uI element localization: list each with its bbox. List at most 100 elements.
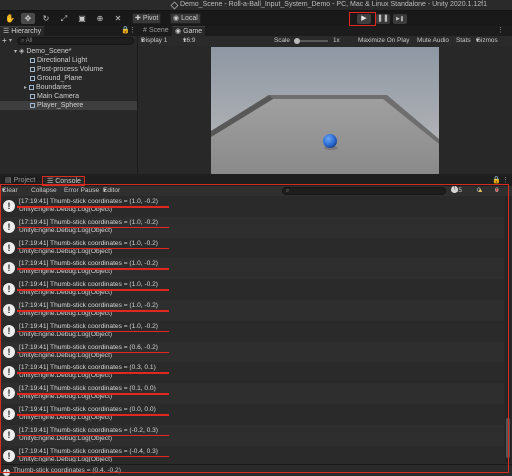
log-underline-annotation	[17, 206, 169, 208]
log-message: [17:19:41] Thumb-stick coordinates = (0.…	[19, 364, 156, 372]
log-info-icon: !	[3, 220, 15, 233]
status-info-icon: !	[3, 465, 10, 476]
console-scrollbar[interactable]	[505, 196, 511, 462]
menu-dots-icon[interactable]: ⋮	[502, 176, 509, 186]
gizmos-dropdown[interactable]: Gizmos ▾	[476, 36, 498, 46]
tab-project[interactable]: ▤ Project	[2, 176, 39, 186]
rect-tool-icon[interactable]: ▣	[75, 13, 89, 24]
rotate-tool-icon[interactable]: ↻	[39, 13, 53, 24]
hierarchy-item-ground-plane[interactable]: Ground_Plane	[30, 74, 137, 83]
log-info-icon: !	[3, 345, 15, 358]
tab-console[interactable]: ☰ Console	[44, 176, 84, 186]
hierarchy-item-label: Directional Light	[37, 57, 88, 64]
display-dropdown[interactable]: Display 1 ▾	[141, 36, 167, 46]
log-entry[interactable]: ! [17:19:41] Thumb-stick coordinates = (1…	[0, 258, 504, 280]
tab-game[interactable]: ◉ Game	[172, 26, 206, 36]
hierarchy-item-label: Player_Sphere	[37, 102, 84, 109]
console-scroll-thumb[interactable]	[506, 418, 510, 458]
log-message: [17:19:41] Thumb-stick coordinates = (1.…	[19, 302, 158, 309]
expand-arrow-icon[interactable]: ▾	[14, 49, 17, 55]
log-underline-annotation	[17, 226, 169, 229]
pause-button[interactable]: ❚❚	[376, 14, 390, 24]
lock-icon[interactable]: 🔒	[492, 176, 501, 186]
clear-dropdown[interactable]: Clear ▾	[2, 186, 18, 196]
transform-tool-icon[interactable]: ⊕	[93, 13, 107, 24]
log-info-icon: !	[3, 387, 15, 400]
editor-dropdown[interactable]: Editor ▾	[103, 186, 120, 196]
mute-audio-toggle[interactable]: Mute Audio	[417, 36, 449, 46]
scale-label: Scale	[274, 37, 290, 44]
collapse-toggle[interactable]: Collapse	[31, 186, 57, 196]
hierarchy-item-label: Ground_Plane	[37, 75, 83, 82]
log-message: [17:19:41] Thumb-stick coordinates = (1.…	[19, 322, 158, 330]
main-toolbar: ✋ ✥ ↻ ⤢ ▣ ⊕ ✕ ✚ Pivot ◉ Local ▶ ❚❚ ▶❚	[0, 11, 512, 26]
scale-value: 1x	[333, 37, 340, 44]
console-tab-label: Console	[55, 178, 81, 185]
scale-slider-handle[interactable]	[294, 38, 300, 44]
scale-tool-icon[interactable]: ⤢	[57, 13, 71, 24]
log-info-icon: !	[3, 304, 15, 316]
console-log-list[interactable]: ! [17:19:41] Thumb-stick coordinates = (1…	[0, 196, 504, 462]
console-tabbar: ▤ Project ☰ Console 🔒 ⋮	[0, 176, 512, 186]
game-tab-label: Game	[183, 28, 203, 35]
play-button-highlight	[349, 12, 376, 26]
hierarchy-item-main-camera[interactable]: Main Camera	[30, 92, 137, 101]
hierarchy-item-boundaries[interactable]: ▸ Boundaries	[24, 83, 137, 92]
add-button[interactable]: +	[2, 36, 7, 46]
hand-tool-icon[interactable]: ✋	[3, 13, 17, 24]
log-info-icon: !	[3, 449, 15, 462]
error-count: 0	[495, 187, 499, 194]
collapse-arrow-icon[interactable]: ▸	[24, 85, 27, 91]
scene-name: Demo_Scene*	[26, 48, 72, 55]
hierarchy-item-post-process-volume[interactable]: Post-process Volume	[30, 65, 137, 74]
log-info-icon: !	[3, 428, 15, 441]
hierarchy-search-input[interactable]: ⌕ All	[17, 37, 134, 45]
add-dropdown-icon[interactable]: ▾	[9, 36, 12, 46]
tab-hierarchy[interactable]: ☰ Hierarchy	[0, 26, 45, 36]
scene-icon: ◈	[18, 48, 25, 55]
local-toggle[interactable]: ◉ Local	[170, 13, 201, 24]
stats-toggle[interactable]: Stats	[456, 36, 471, 46]
log-entry[interactable]: ! [17:19:41] Thumb-stick coordinates = (1…	[0, 196, 504, 217]
step-button[interactable]: ▶❚	[393, 14, 407, 24]
log-entry[interactable]: ! [17:19:41] Thumb-stick coordinates = (0…	[0, 404, 504, 425]
custom-tool-icon[interactable]: ✕	[111, 13, 125, 24]
log-entry[interactable]: ! [17:19:41] Thumb-stick coordinates = (1…	[0, 279, 504, 300]
log-entry[interactable]: ! [17:19:41] Thumb-stick coordinates = (1…	[0, 321, 504, 342]
log-entry[interactable]: ! [17:19:41] Thumb-stick coordinates = (0…	[0, 383, 504, 404]
log-underline-annotation	[17, 310, 169, 312]
log-entry[interactable]: ! [17:19:41] Thumb-stick coordinates = (0…	[0, 362, 504, 383]
move-tool-icon[interactable]: ✥	[21, 13, 35, 24]
log-message: [17:19:41] Thumb-stick coordinates = (0.…	[19, 406, 156, 413]
hierarchy-item-directional-light[interactable]: Directional Light	[30, 56, 137, 65]
hierarchy-tabbar: ☰ Hierarchy 🔒 ⋮	[0, 26, 137, 36]
menu-dots-icon[interactable]: ⋮	[129, 26, 136, 36]
gameobject-icon	[30, 103, 35, 108]
log-message: [17:19:41] Thumb-stick coordinates = (-0…	[19, 426, 158, 434]
aspect-dropdown[interactable]: 16:9 ▾	[183, 36, 195, 46]
hierarchy-item-label: Main Camera	[37, 93, 80, 100]
log-entry[interactable]: ! [17:19:41] Thumb-stick coordinates = (-…	[0, 446, 504, 462]
error-pause-toggle[interactable]: Error Pause	[64, 186, 99, 196]
log-underline-annotation	[17, 414, 169, 416]
log-underline-annotation	[17, 247, 169, 250]
player-sphere	[323, 134, 337, 148]
log-underline-annotation	[17, 434, 169, 437]
log-entry[interactable]: ! [17:19:41] Thumb-stick coordinates = (1…	[0, 238, 504, 259]
log-entry[interactable]: ! [17:19:41] Thumb-stick coordinates = (1…	[0, 216, 504, 238]
log-entry[interactable]: ! [17:19:41] Thumb-stick coordinates = (-…	[0, 424, 504, 446]
maximize-on-play-toggle[interactable]: Maximize On Play	[358, 36, 410, 46]
tab-scene[interactable]: # Scene	[140, 26, 172, 36]
pivot-toggle[interactable]: ✚ Pivot	[132, 13, 162, 24]
game-toolbar: Display 1 ▾ 16:9 ▾ Scale 1x Maximize On …	[138, 36, 512, 46]
game-render	[211, 47, 439, 174]
console-search-input[interactable]: ⌕	[282, 187, 446, 195]
status-text: Thumb-stick coordinates = (0.4, -0.2)	[13, 467, 121, 474]
game-viewport[interactable]	[211, 47, 439, 174]
scene-root-item[interactable]: ▾ ◈ Demo_Scene*	[14, 47, 137, 56]
hierarchy-search-placeholder: All	[25, 38, 33, 44]
log-entry[interactable]: ! [17:19:41] Thumb-stick coordinates = (0…	[0, 341, 504, 363]
log-entry[interactable]: ! [17:19:41] Thumb-stick coordinates = (1…	[0, 300, 504, 321]
hierarchy-item-player-sphere[interactable]: Player_Sphere	[0, 101, 137, 110]
menu-dots-icon[interactable]: ⋮	[497, 26, 504, 36]
